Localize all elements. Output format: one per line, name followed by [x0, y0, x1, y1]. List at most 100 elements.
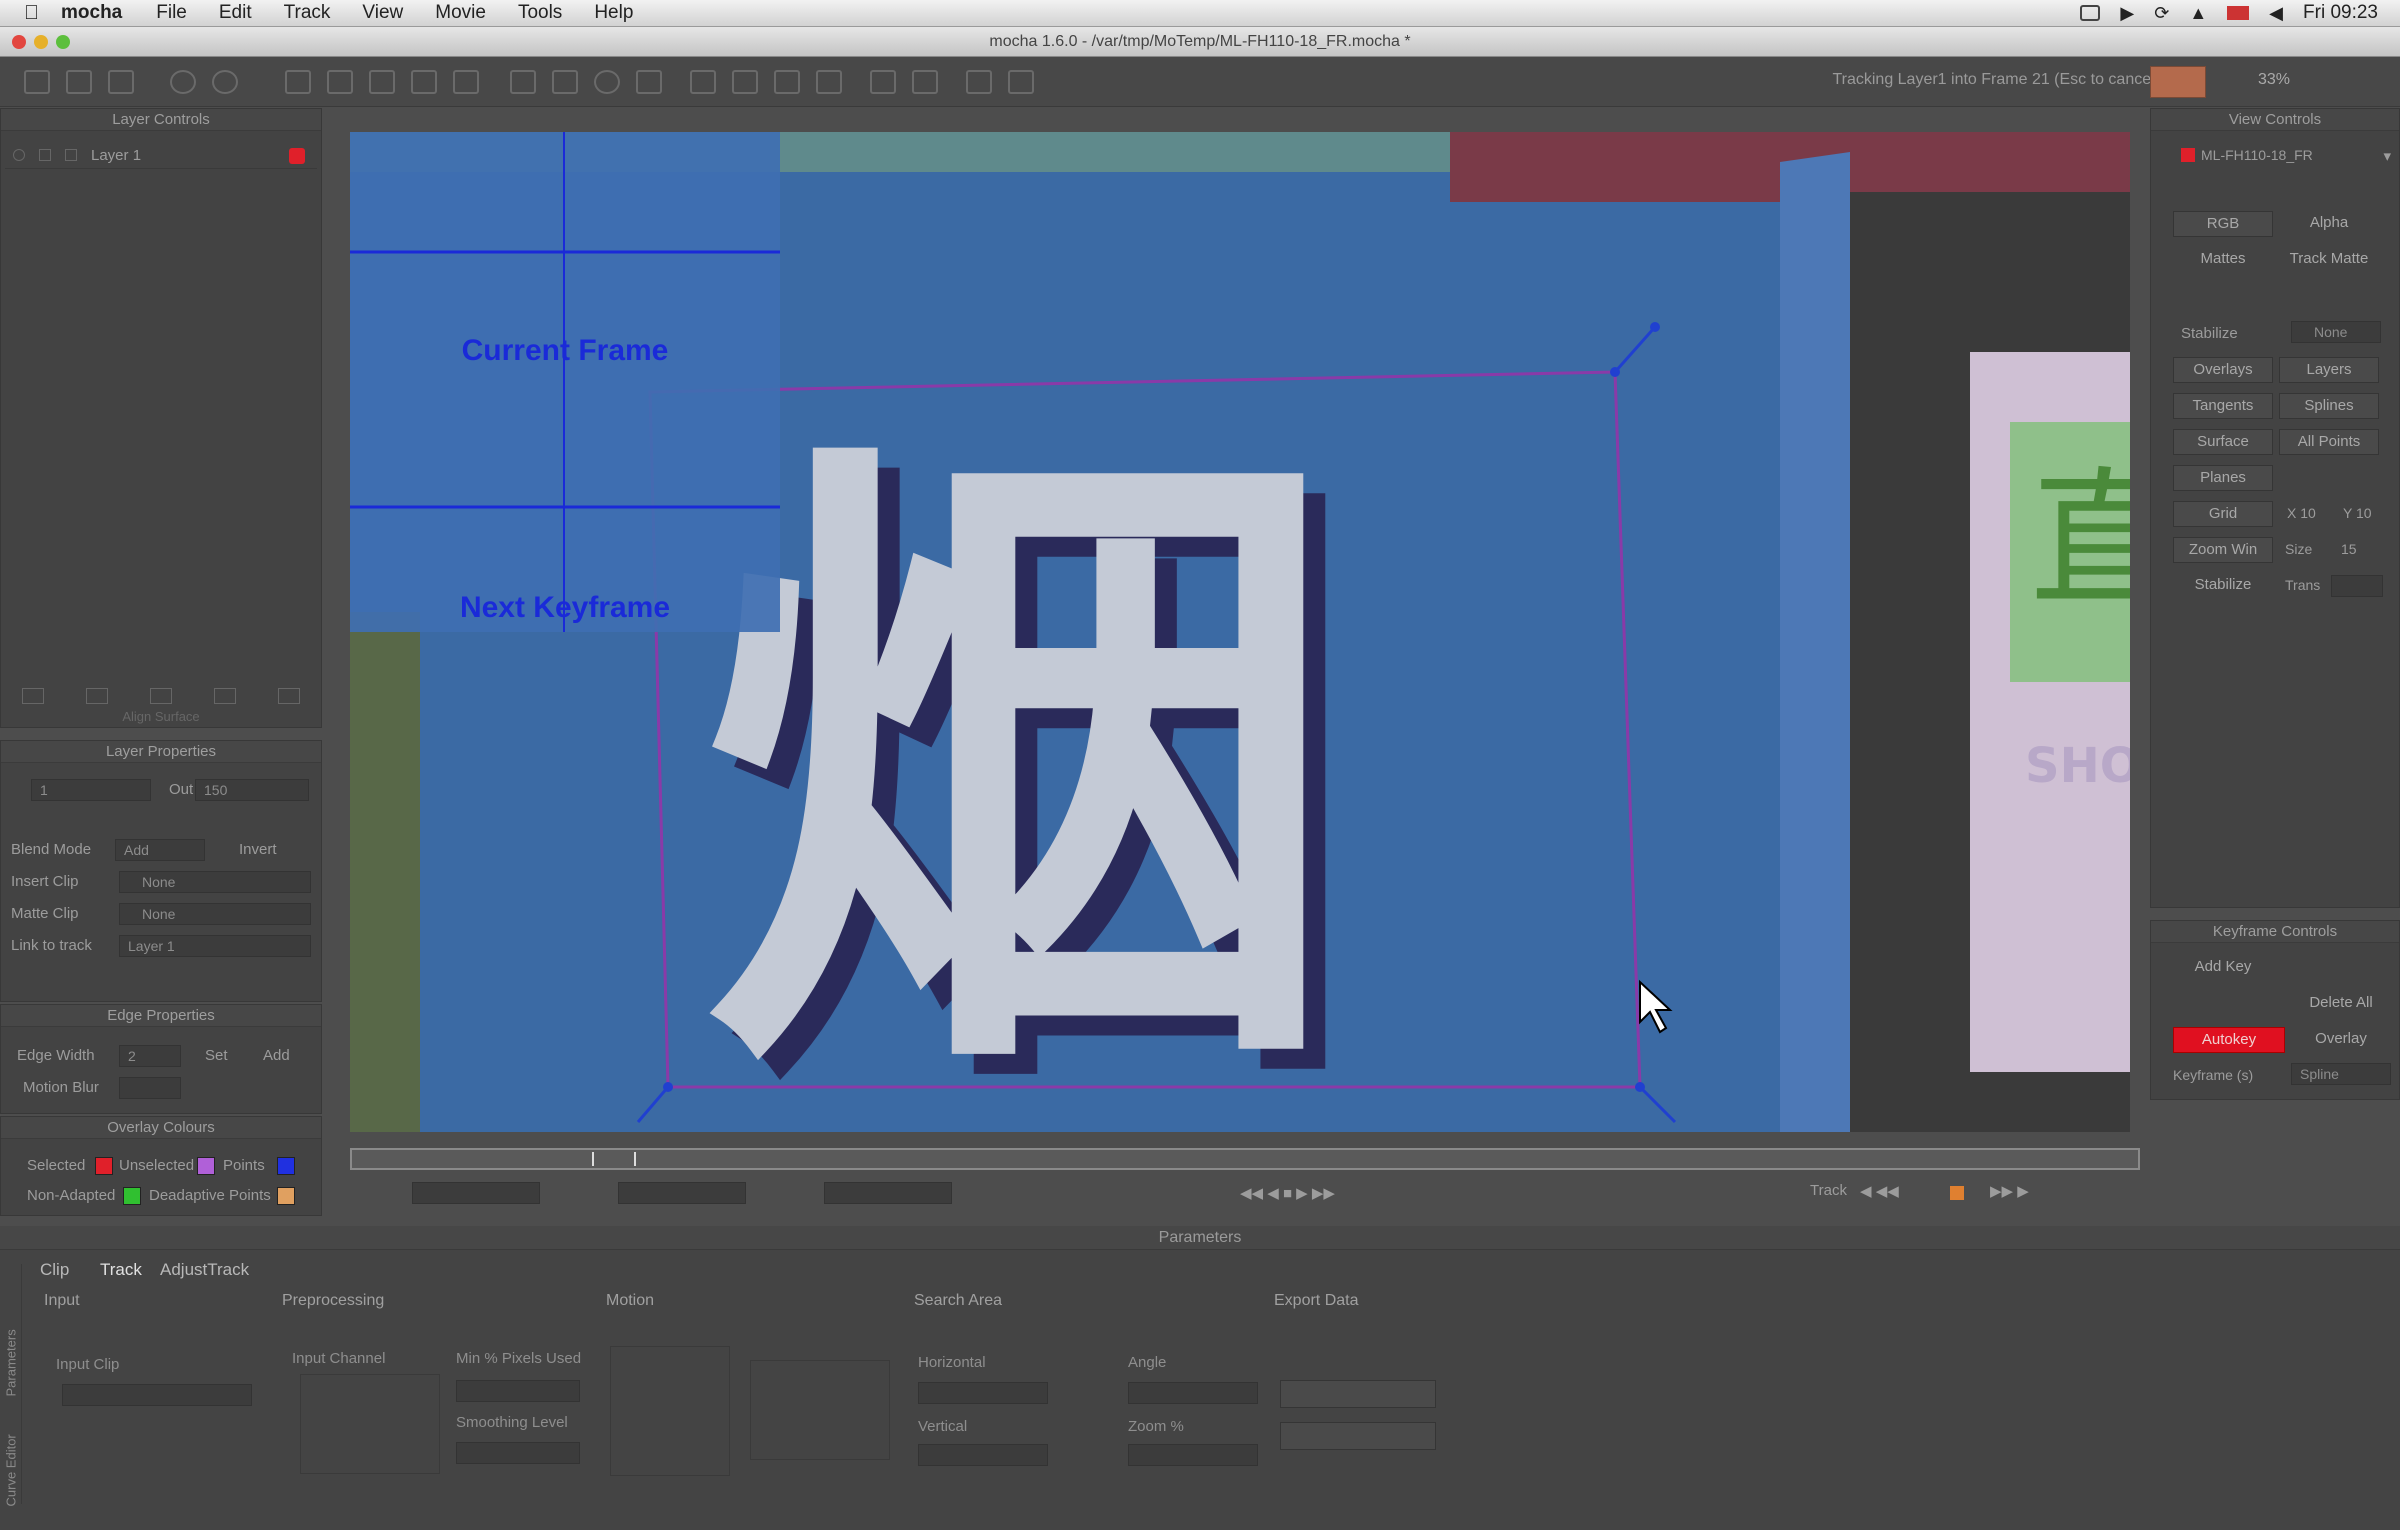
new-project-icon[interactable]: [24, 70, 50, 94]
motion-type-options[interactable]: [750, 1360, 890, 1460]
all-points-button[interactable]: All Points: [2279, 429, 2379, 455]
edge-width-field[interactable]: 2: [119, 1045, 181, 1067]
link-to-track-select[interactable]: Layer 1: [119, 935, 311, 957]
chevron-down-icon[interactable]: ▾: [2383, 147, 2391, 165]
rotate-tool-icon[interactable]: [912, 70, 938, 94]
select-points-tool-icon[interactable]: [327, 70, 353, 94]
grid-y-value[interactable]: Y 10: [2343, 505, 2372, 521]
size-value[interactable]: 15: [2341, 541, 2357, 557]
add-key-button[interactable]: Add Key: [2173, 955, 2273, 981]
tab-clip[interactable]: Clip: [40, 1260, 69, 1280]
track-buttons-icon[interactable]: ◀ ◀◀: [1860, 1182, 1899, 1200]
surface-point-tr[interactable]: [1650, 322, 1660, 332]
in-point-field[interactable]: 1: [31, 779, 151, 801]
grid-x-value[interactable]: X 10: [2287, 505, 2316, 521]
parameters-side-tab[interactable]: Parameters: [4, 1287, 19, 1396]
track-stop-icon[interactable]: [1950, 1186, 1964, 1200]
autokey-button[interactable]: Autokey: [2173, 1027, 2285, 1053]
export-shape-data-button[interactable]: [1280, 1422, 1436, 1450]
hand-tool-icon[interactable]: [552, 70, 578, 94]
menu-edit[interactable]: Edit: [219, 2, 252, 24]
lock-icon[interactable]: [39, 149, 51, 161]
add-button[interactable]: Add: [263, 1047, 290, 1064]
flag-icon[interactable]: [2227, 6, 2250, 20]
set-button[interactable]: Set: [205, 1047, 228, 1064]
horizontal-field[interactable]: [918, 1382, 1048, 1404]
open-project-icon[interactable]: [66, 70, 92, 94]
group-layer-icon[interactable]: [214, 688, 236, 704]
export-tracking-data-button[interactable]: [1280, 1380, 1436, 1408]
brush-tool-icon[interactable]: [966, 70, 992, 94]
zoom-percent-field[interactable]: [1128, 1444, 1258, 1466]
layer-color-swatch[interactable]: [289, 148, 305, 164]
minimize-window-icon[interactable]: [34, 35, 48, 49]
sample-tool-icon[interactable]: [1008, 70, 1034, 94]
tab-track[interactable]: Track: [100, 1260, 142, 1280]
keyframe-marker[interactable]: [634, 1152, 636, 1166]
screen-icon[interactable]: [2080, 5, 2101, 21]
playhead[interactable]: [592, 1152, 594, 1166]
binoculars-icon[interactable]: ▶: [2120, 3, 2134, 24]
mattes-button[interactable]: Mattes: [2173, 247, 2273, 273]
min-pixels-field[interactable]: [456, 1380, 580, 1402]
curve-editor-side-tab[interactable]: Curve Editor: [4, 1397, 19, 1506]
menu-file[interactable]: File: [156, 2, 187, 24]
add-layer-icon[interactable]: [22, 688, 44, 704]
surface-point-br[interactable]: [1635, 1082, 1645, 1092]
stabilize-button[interactable]: Stabilize: [2173, 573, 2273, 599]
xspline-tool-icon[interactable]: [411, 70, 437, 94]
add-point-tool-icon[interactable]: [510, 70, 536, 94]
grid-tool-icon[interactable]: [774, 70, 800, 94]
current-frame-field[interactable]: [618, 1182, 746, 1204]
rgb-button[interactable]: RGB: [2173, 211, 2273, 237]
menu-track[interactable]: Track: [284, 2, 331, 24]
blend-mode-select[interactable]: Add: [115, 839, 205, 861]
redo-icon[interactable]: [212, 70, 238, 94]
layer-row[interactable]: Layer 1: [5, 143, 317, 169]
delete-all-button[interactable]: Delete All: [2291, 991, 2391, 1017]
input-channel-options[interactable]: [300, 1374, 440, 1474]
move-tool-icon[interactable]: [870, 70, 896, 94]
bluetooth-icon[interactable]: ▲: [2189, 3, 2207, 24]
zoom-level[interactable]: 33%: [2258, 71, 2290, 89]
deadaptive-color-swatch[interactable]: [277, 1187, 295, 1205]
zoom-win-button[interactable]: Zoom Win: [2173, 537, 2273, 563]
motion-options[interactable]: [610, 1346, 730, 1476]
splines-button[interactable]: Splines: [2279, 393, 2379, 419]
app-menu[interactable]: mocha: [61, 2, 122, 24]
layers-button[interactable]: Layers: [2279, 357, 2379, 383]
stabilize-select[interactable]: None: [2291, 321, 2381, 343]
surface-point-bl[interactable]: [663, 1082, 673, 1092]
grid-button[interactable]: Grid: [2173, 501, 2273, 527]
sync-icon[interactable]: ⟳: [2154, 3, 2169, 24]
selected-color-swatch[interactable]: [95, 1157, 113, 1175]
close-window-icon[interactable]: [12, 35, 26, 49]
unselected-color-swatch[interactable]: [197, 1157, 215, 1175]
menu-movie[interactable]: Movie: [435, 2, 486, 24]
tangents-button[interactable]: Tangents: [2173, 393, 2273, 419]
fit-view-icon[interactable]: [636, 70, 662, 94]
visibility-icon[interactable]: [13, 149, 25, 161]
input-clip-select[interactable]: [62, 1384, 252, 1406]
bezier-tool-icon[interactable]: [453, 70, 479, 94]
layer-color-chip[interactable]: [2150, 66, 2206, 98]
layer-name[interactable]: Layer 1: [91, 147, 141, 164]
out-frame-field[interactable]: [824, 1182, 952, 1204]
zoom-window-icon[interactable]: [56, 35, 70, 49]
overlay-button[interactable]: Overlay: [2291, 1027, 2391, 1053]
merge-layer-icon[interactable]: [150, 688, 172, 704]
clock[interactable]: Fri 09:23: [2303, 2, 2378, 24]
out-point-field[interactable]: 150: [195, 779, 309, 801]
menu-help[interactable]: Help: [594, 2, 633, 24]
menu-tools[interactable]: Tools: [518, 2, 562, 24]
overlays-button[interactable]: Overlays: [2173, 357, 2273, 383]
trans-field[interactable]: [2331, 575, 2383, 597]
volume-icon[interactable]: ◀: [2269, 3, 2283, 24]
in-frame-field[interactable]: [412, 1182, 540, 1204]
align-surface-label[interactable]: Align Surface: [1, 709, 321, 724]
cog-icon[interactable]: [65, 149, 77, 161]
delete-layer-icon[interactable]: [278, 688, 300, 704]
surface-button[interactable]: Surface: [2173, 429, 2273, 455]
points-color-swatch[interactable]: [277, 1157, 295, 1175]
non-adapted-color-swatch[interactable]: [123, 1187, 141, 1205]
